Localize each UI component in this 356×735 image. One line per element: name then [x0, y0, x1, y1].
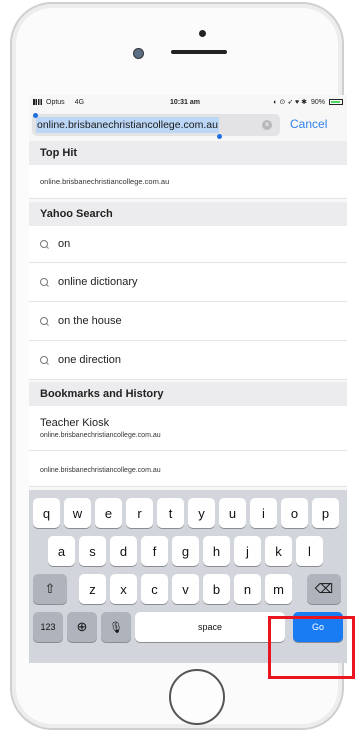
earpiece-speaker: [171, 50, 227, 54]
key-l[interactable]: l: [296, 536, 323, 566]
search-icon: [40, 316, 49, 326]
key-k[interactable]: k: [265, 536, 292, 566]
bookmark-url: online.brisbanechristiancollege.com.au: [40, 432, 161, 439]
address-bar-row: online.brisbanechristiancollege.com.au ×…: [29, 111, 347, 139]
carrier-label: Optus: [46, 98, 65, 106]
highlight-box: [268, 616, 355, 679]
key-e[interactable]: e: [95, 498, 122, 528]
home-button[interactable]: [169, 669, 225, 725]
network-label: 4G: [74, 98, 85, 106]
cancel-button[interactable]: Cancel: [290, 117, 327, 131]
status-icons: ◐ ⊙ ➶ ♥ ✱: [273, 99, 307, 106]
suggestion-row[interactable]: one direction: [29, 341, 347, 380]
suggestion-text: on: [58, 238, 71, 250]
suggestion-row[interactable]: online dictionary: [29, 263, 347, 302]
bookmark-row[interactable]: Teacher Kiosk online.brisbanechristianco…: [29, 406, 347, 451]
key-h[interactable]: h: [203, 536, 230, 566]
battery-icon: [329, 99, 343, 105]
key-p[interactable]: p: [312, 498, 339, 528]
bookmark-title: Teacher Kiosk: [40, 417, 110, 429]
key-c[interactable]: c: [141, 574, 168, 604]
front-camera: [133, 48, 144, 59]
backspace-key[interactable]: ⌫: [307, 574, 341, 604]
key-g[interactable]: g: [172, 536, 199, 566]
section-header-bookmarks: Bookmarks and History: [29, 382, 347, 406]
key-m[interactable]: m: [265, 574, 292, 604]
selection-handle-start[interactable]: [33, 113, 38, 118]
space-key[interactable]: space: [135, 612, 285, 642]
status-time: 10:31 am: [170, 98, 200, 106]
top-hit-row[interactable]: online.brisbanechristiancollege.com.au: [29, 165, 347, 199]
key-x[interactable]: x: [110, 574, 137, 604]
key-n[interactable]: n: [234, 574, 261, 604]
search-icon: [40, 355, 49, 365]
microphone-icon[interactable]: 🎙: [101, 612, 131, 642]
key-v[interactable]: v: [172, 574, 199, 604]
suggestion-text: online dictionary: [58, 276, 138, 288]
suggestion-text: one direction: [58, 354, 121, 366]
key-q[interactable]: q: [33, 498, 60, 528]
key-r[interactable]: r: [126, 498, 153, 528]
bookmark-row[interactable]: online.brisbanechristiancollege.com.au: [29, 451, 347, 487]
section-header-top-hit: Top Hit: [29, 141, 347, 165]
key-t[interactable]: t: [157, 498, 184, 528]
section-header-yahoo: Yahoo Search: [29, 202, 347, 226]
key-f[interactable]: f: [141, 536, 168, 566]
signal-icon: [33, 99, 42, 105]
key-j[interactable]: j: [234, 536, 261, 566]
url-field[interactable]: online.brisbanechristiancollege.com.au ×: [32, 113, 280, 139]
key-o[interactable]: o: [281, 498, 308, 528]
url-text: online.brisbanechristiancollege.com.au: [37, 119, 218, 131]
suggestion-text: on the house: [58, 315, 122, 327]
key-z[interactable]: z: [79, 574, 106, 604]
search-icon: [40, 239, 49, 249]
status-bar: Optus 4G 10:31 am ◐ ⊙ ➶ ♥ ✱ 90%: [29, 95, 347, 109]
key-i[interactable]: i: [250, 498, 277, 528]
shift-key[interactable]: ⇧: [33, 574, 67, 604]
search-icon: [40, 277, 49, 287]
key-a[interactable]: a: [48, 536, 75, 566]
key-u[interactable]: u: [219, 498, 246, 528]
url-selected-text[interactable]: online.brisbanechristiancollege.com.au: [33, 113, 222, 139]
globe-icon[interactable]: ⊕: [67, 612, 97, 642]
key-d[interactable]: d: [110, 536, 137, 566]
proximity-sensor: [199, 30, 206, 37]
bookmark-url: online.brisbanechristiancollege.com.au: [40, 466, 161, 474]
top-hit-url: online.brisbanechristiancollege.com.au: [40, 177, 170, 186]
selection-handle-end[interactable]: [216, 134, 222, 139]
key-w[interactable]: w: [64, 498, 91, 528]
key-b[interactable]: b: [203, 574, 230, 604]
suggestion-row[interactable]: on: [29, 226, 347, 263]
key-s[interactable]: s: [79, 536, 106, 566]
suggestion-row[interactable]: on the house: [29, 302, 347, 341]
phone-screen: Optus 4G 10:31 am ◐ ⊙ ➶ ♥ ✱ 90% online.b…: [29, 95, 347, 663]
clear-text-icon[interactable]: ×: [262, 120, 272, 130]
battery-percent: 90%: [310, 98, 325, 106]
numbers-key[interactable]: 123: [33, 612, 63, 642]
key-y[interactable]: y: [188, 498, 215, 528]
